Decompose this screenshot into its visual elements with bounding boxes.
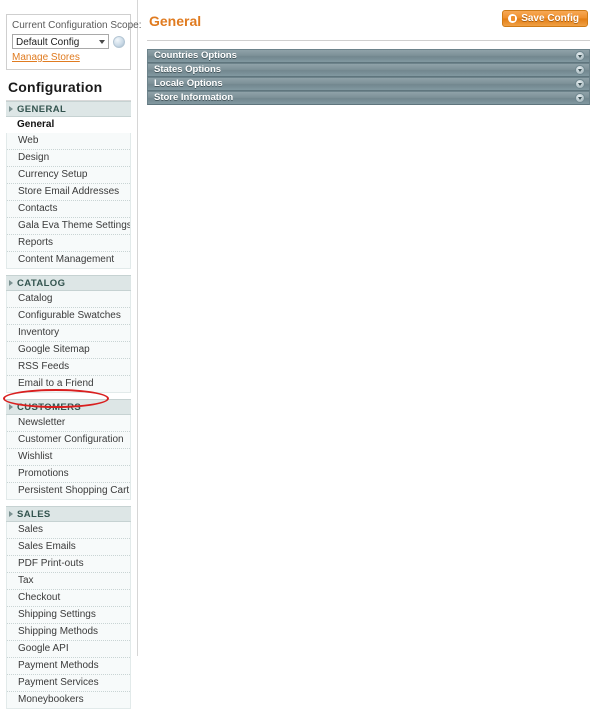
sidebar-item-web[interactable]: Web bbox=[7, 133, 130, 150]
sidebar-item-google-sitemap[interactable]: Google Sitemap bbox=[7, 342, 130, 359]
sidebar-item-pdf-print-outs[interactable]: PDF Print-outs bbox=[7, 556, 130, 573]
save-config-button[interactable]: Save Config bbox=[502, 10, 588, 27]
main-content: General Save Config Countries Options St… bbox=[139, 0, 600, 656]
sidebar: Current Configuration Scope: Default Con… bbox=[0, 0, 142, 709]
sidebar-item-payment-services[interactable]: Payment Services bbox=[7, 675, 130, 692]
nav-group-label: SALES bbox=[17, 508, 51, 520]
sidebar-item-currency-setup[interactable]: Currency Setup bbox=[7, 167, 130, 184]
configuration-scope-panel: Current Configuration Scope: Default Con… bbox=[6, 14, 142, 70]
app-root: Current Configuration Scope: Default Con… bbox=[0, 0, 600, 709]
save-config-label: Save Config bbox=[521, 13, 579, 24]
help-icon[interactable] bbox=[113, 35, 125, 48]
scope-select-value: Default Config bbox=[16, 37, 80, 48]
sidebar-title-wrap: Configuration bbox=[6, 79, 131, 101]
sidebar-item-catalog[interactable]: Catalog bbox=[7, 291, 130, 308]
sidebar-item-shipping-settings[interactable]: Shipping Settings bbox=[7, 607, 130, 624]
nav-list-customers: Newsletter Customer Configuration Wishli… bbox=[6, 415, 131, 500]
scope-label: Current Configuration Scope: bbox=[12, 20, 142, 31]
section-label: Countries Options bbox=[154, 50, 237, 61]
section-locale-options[interactable]: Locale Options bbox=[147, 77, 590, 91]
sidebar-item-payment-methods[interactable]: Payment Methods bbox=[7, 658, 130, 675]
chevron-down-icon bbox=[99, 40, 105, 44]
sidebar-item-shipping-methods[interactable]: Shipping Methods bbox=[7, 624, 130, 641]
scope-select[interactable]: Default Config bbox=[12, 34, 109, 49]
sidebar-item-email-to-a-friend[interactable]: Email to a Friend bbox=[7, 376, 130, 392]
sidebar-item-promotions[interactable]: Promotions bbox=[7, 466, 130, 483]
sidebar-item-inventory[interactable]: Inventory bbox=[7, 325, 130, 342]
section-label: Store Information bbox=[154, 92, 234, 103]
section-states-options[interactable]: States Options bbox=[147, 63, 590, 77]
nav-group-catalog[interactable]: CATALOG bbox=[6, 275, 131, 291]
sidebar-item-sales-emails[interactable]: Sales Emails bbox=[7, 539, 130, 556]
sidebar-item-checkout[interactable]: Checkout bbox=[7, 590, 130, 607]
section-countries-options[interactable]: Countries Options bbox=[147, 49, 590, 63]
nav-list-general: Web Design Currency Setup Store Email Ad… bbox=[6, 133, 131, 269]
section-label: Locale Options bbox=[154, 78, 223, 89]
section-store-information[interactable]: Store Information bbox=[147, 91, 590, 105]
manage-stores-link[interactable]: Manage Stores bbox=[12, 52, 80, 63]
sidebar-item-newsletter[interactable]: Newsletter bbox=[7, 415, 130, 432]
content-title: General bbox=[149, 13, 202, 29]
nav-group-general[interactable]: GENERAL bbox=[6, 101, 131, 117]
sidebar-item-reports[interactable]: Reports bbox=[7, 235, 130, 252]
sidebar-item-store-email-addresses[interactable]: Store Email Addresses bbox=[7, 184, 130, 201]
sidebar-item-google-api[interactable]: Google API bbox=[7, 641, 130, 658]
config-sections: Countries Options States Options Locale … bbox=[147, 49, 590, 105]
chevron-down-icon[interactable] bbox=[575, 51, 585, 61]
arrow-right-icon bbox=[9, 106, 13, 112]
content-header: General Save Config bbox=[147, 10, 590, 41]
nav-group-sales[interactable]: SALES bbox=[6, 506, 131, 522]
sidebar-item-contacts[interactable]: Contacts bbox=[7, 201, 130, 218]
nav-list-general-current: General bbox=[6, 117, 131, 133]
arrow-right-icon bbox=[9, 404, 13, 410]
scope-row: Default Config bbox=[12, 34, 125, 49]
sidebar-item-rss-feeds[interactable]: RSS Feeds bbox=[7, 359, 130, 376]
sidebar-item-gala-eva-theme-settings[interactable]: Gala Eva Theme Settings bbox=[7, 218, 130, 235]
sidebar-item-configurable-swatches[interactable]: Configurable Swatches bbox=[7, 308, 130, 325]
sidebar-nav: GENERAL General Web Design Currency Setu… bbox=[6, 101, 131, 709]
sidebar-item-sales[interactable]: Sales bbox=[7, 522, 130, 539]
sidebar-item-general[interactable]: General bbox=[6, 117, 131, 133]
nav-group-label: GENERAL bbox=[17, 103, 67, 115]
nav-group-label: CUSTOMERS bbox=[17, 401, 82, 413]
nav-group-label: CATALOG bbox=[17, 277, 66, 289]
sidebar-item-moneybookers[interactable]: Moneybookers bbox=[7, 692, 130, 708]
nav-group-customers[interactable]: CUSTOMERS bbox=[6, 399, 131, 415]
nav-list-sales: Sales Sales Emails PDF Print-outs Tax Ch… bbox=[6, 522, 131, 709]
section-label: States Options bbox=[154, 64, 222, 75]
sidebar-item-tax[interactable]: Tax bbox=[7, 573, 130, 590]
sidebar-item-wishlist[interactable]: Wishlist bbox=[7, 449, 130, 466]
sidebar-item-design[interactable]: Design bbox=[7, 150, 130, 167]
sidebar-item-customer-configuration[interactable]: Customer Configuration bbox=[7, 432, 130, 449]
chevron-down-icon[interactable] bbox=[575, 79, 585, 89]
arrow-right-icon bbox=[9, 511, 13, 517]
sidebar-item-content-management[interactable]: Content Management bbox=[7, 252, 130, 268]
chevron-down-icon[interactable] bbox=[575, 93, 585, 103]
arrow-right-icon bbox=[9, 280, 13, 286]
nav-list-catalog: Catalog Configurable Swatches Inventory … bbox=[6, 291, 131, 393]
save-disk-icon bbox=[508, 14, 518, 23]
sidebar-item-persistent-shopping-cart[interactable]: Persistent Shopping Cart bbox=[7, 483, 130, 499]
page-title: Configuration bbox=[8, 79, 103, 95]
chevron-down-icon[interactable] bbox=[575, 65, 585, 75]
